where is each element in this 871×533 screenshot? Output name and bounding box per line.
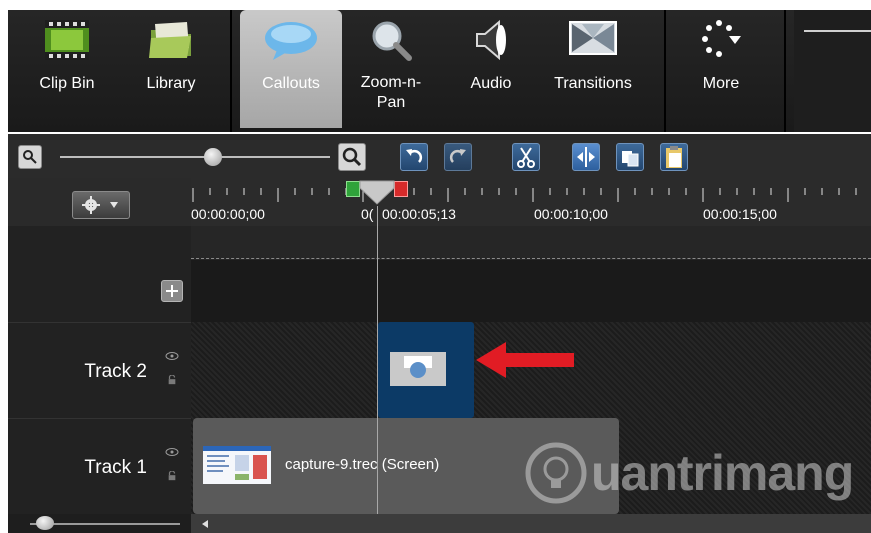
edit-toolbar (8, 134, 871, 178)
preview-divider (804, 30, 871, 32)
tab-library[interactable]: Library (126, 10, 216, 128)
callout-clip[interactable] (378, 322, 474, 418)
zoom-slider-thumb[interactable] (204, 148, 222, 166)
add-track-header (8, 260, 191, 322)
timeline-header (8, 178, 191, 226)
track-name: Track 1 (84, 457, 147, 478)
paste-icon (666, 146, 682, 168)
lightbulb-logo-icon (525, 442, 587, 504)
tab-label-line1: Zoom-n- (360, 74, 422, 91)
selection-out-marker[interactable] (394, 181, 408, 197)
preview-panel-edge (794, 10, 871, 132)
ruler-tick-label: 00:00:00;00 (191, 206, 265, 222)
eye-icon[interactable] (165, 447, 179, 457)
header-spacer (8, 226, 191, 260)
callout-clip-icon (390, 352, 446, 386)
tab-audio[interactable]: Audio (458, 10, 524, 128)
toolbar-separator (784, 10, 786, 132)
copy-icon (622, 151, 639, 167)
watermark: uantrimang (525, 440, 871, 512)
lock-icon[interactable] (165, 471, 179, 481)
zoom-slider-track[interactable] (60, 156, 330, 158)
redo-icon (449, 149, 466, 163)
track-header-2: Track 2 (8, 322, 191, 419)
track-name: Track 2 (84, 361, 147, 382)
zoom-in-icon (342, 147, 362, 167)
lock-icon[interactable] (165, 375, 179, 385)
timeline-settings-button[interactable] (72, 191, 130, 219)
tab-zoom-n-pan[interactable]: Zoom-n- Pan (348, 10, 434, 128)
tab-label-multiline: Zoom-n- Pan (348, 73, 434, 113)
tab-callouts[interactable]: Callouts (240, 10, 342, 128)
library-icon (147, 18, 195, 68)
clip-label: capture-9.trec (Screen) (285, 456, 440, 473)
playhead-line (377, 206, 378, 514)
undo-icon (406, 149, 423, 163)
ruler-tick-label: 00:00:10;00 (534, 206, 608, 222)
toolbar-panel: Clip Bin Library Callouts Zoom-n- Pan Au… (8, 10, 871, 132)
track-height-slider-thumb[interactable] (36, 516, 54, 530)
paste-button[interactable] (660, 143, 688, 171)
horizontal-scrollbar[interactable] (191, 514, 871, 533)
drop-zone-line (191, 258, 871, 259)
redo-button[interactable] (444, 143, 472, 171)
timeline-ruler[interactable]: 00:00:00;00 0( 00:00:05;13 00:00:10;00 0… (191, 178, 871, 226)
toolbar-separator (230, 10, 232, 132)
tab-label: Library (146, 75, 196, 92)
clip-thumbnail (203, 446, 271, 484)
eye-icon[interactable] (165, 351, 179, 361)
tab-more[interactable]: More (676, 10, 766, 128)
split-icon (577, 147, 595, 167)
tab-label: Clip Bin (39, 75, 95, 92)
plus-icon (166, 285, 178, 297)
speaker-icon (471, 18, 511, 68)
tab-label-line2: Pan (376, 94, 406, 111)
cut-icon (517, 147, 535, 168)
toolbar-separator (664, 10, 666, 132)
track-header-1: Track 1 (8, 418, 191, 515)
cut-button[interactable] (512, 143, 540, 171)
more-icon (699, 18, 743, 68)
undo-button[interactable] (400, 143, 428, 171)
track-height-area (8, 514, 191, 533)
zoom-out-button[interactable] (18, 145, 42, 169)
clip-bin-icon (43, 18, 91, 68)
playhead-handle[interactable] (359, 180, 395, 206)
track-lane-2[interactable] (191, 322, 871, 418)
lane-spacer (191, 226, 871, 260)
zoom-in-button[interactable] (338, 143, 366, 171)
clip-toolbar: Clip Bin Library Callouts Zoom-n- Pan Au… (0, 0, 871, 134)
tab-transitions[interactable]: Transitions (538, 10, 648, 128)
timeline-bottom-bar (8, 514, 871, 533)
zoom-out-icon (23, 150, 37, 164)
tab-label: More (702, 75, 740, 92)
tab-label: Transitions (554, 75, 632, 92)
empty-lane (191, 260, 871, 322)
gear-icon (82, 196, 100, 214)
selection-in-marker[interactable] (346, 181, 360, 197)
ruler-tick-label: 00:00:15;00 (703, 206, 777, 222)
copy-button[interactable] (616, 143, 644, 171)
tab-label: Callouts (262, 75, 320, 92)
ruler-tick-label: 00:00:05;13 (382, 206, 456, 222)
ruler-tick-label: 0( (361, 206, 374, 222)
magnifier-icon (369, 18, 413, 68)
scroll-left-icon[interactable] (201, 519, 209, 529)
split-button[interactable] (572, 143, 600, 171)
red-arrow-annotation (476, 342, 574, 378)
add-track-button[interactable] (161, 280, 183, 302)
watermark-text: uantrimang (591, 445, 854, 501)
tab-clip-bin[interactable]: Clip Bin (26, 10, 108, 128)
callouts-icon (263, 18, 319, 68)
tab-label: Audio (470, 75, 512, 92)
transitions-icon (568, 18, 618, 64)
chevron-down-icon (110, 202, 118, 208)
